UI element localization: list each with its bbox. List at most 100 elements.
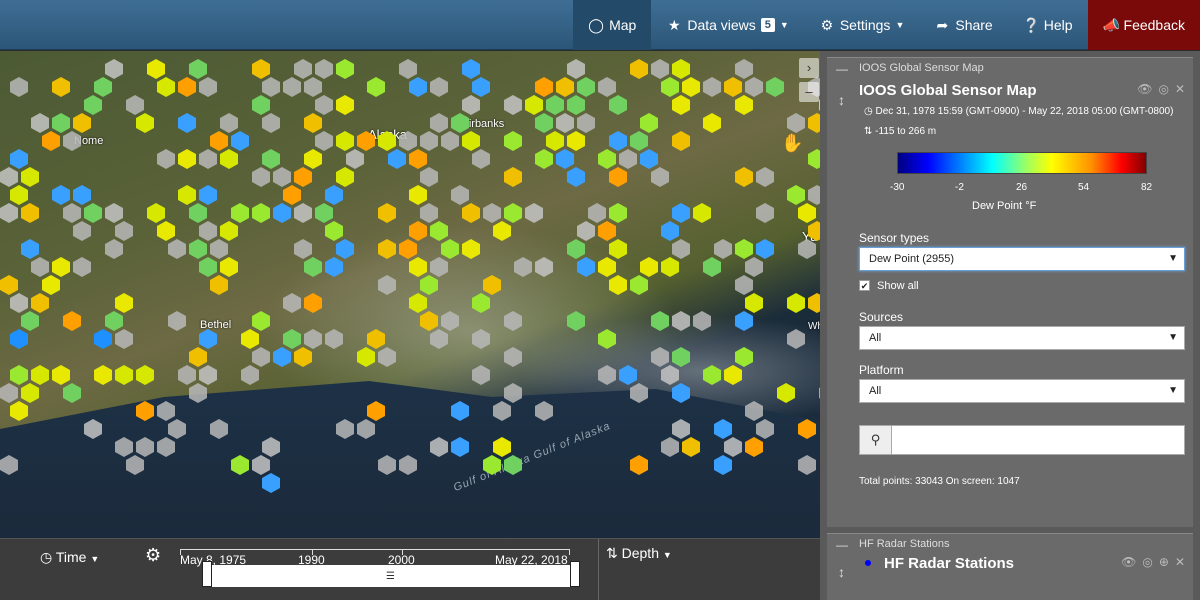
sensor-hexbin[interactable] (640, 257, 658, 277)
sensor-hexbin[interactable] (535, 257, 553, 277)
sensor-hexbin[interactable] (556, 113, 574, 133)
sensor-hexbin[interactable] (94, 329, 112, 349)
sensor-hexbin[interactable] (409, 257, 427, 277)
sensor-hexbin[interactable] (420, 131, 438, 151)
sensor-hexbin[interactable] (31, 113, 49, 133)
sensor-hexbin[interactable] (178, 77, 196, 97)
sensor-hexbin[interactable] (315, 131, 333, 151)
sensor-hexbin[interactable] (504, 347, 522, 367)
sensor-hexbin[interactable] (21, 203, 39, 223)
sensor-hexbin[interactable] (325, 221, 343, 241)
sensor-hexbin[interactable] (10, 185, 28, 205)
sensor-hexbin[interactable] (609, 95, 627, 115)
sensor-hexbin[interactable] (294, 239, 312, 259)
sensor-hexbin[interactable] (693, 311, 711, 331)
sensor-hexbin[interactable] (325, 257, 343, 277)
sensor-hexbin[interactable] (252, 347, 270, 367)
sensor-hexbin[interactable] (10, 329, 28, 349)
sensor-hexbin[interactable] (325, 329, 343, 349)
sensor-hexbin[interactable] (283, 329, 301, 349)
sensor-hexbin[interactable] (252, 311, 270, 331)
sensor-hexbin[interactable] (409, 185, 427, 205)
sensor-hexbin[interactable] (703, 257, 721, 277)
sensor-hexbin[interactable] (10, 293, 28, 313)
sensor-hexbin[interactable] (693, 203, 711, 223)
sensor-hexbin[interactable] (0, 275, 18, 295)
nav-settings[interactable]: ⚙ Settings ▼ (804, 0, 920, 50)
sensor-hexbin[interactable] (73, 185, 91, 205)
sensor-hexbin[interactable] (52, 257, 70, 277)
sensor-hexbin[interactable] (640, 113, 658, 133)
sensor-hexbin[interactable] (462, 59, 480, 79)
sensor-hexbin[interactable] (462, 239, 480, 259)
close-icon[interactable]: ✕ (1175, 555, 1185, 569)
sensor-hexbin[interactable] (336, 239, 354, 259)
sensor-hexbin[interactable] (399, 239, 417, 259)
sensor-hexbin[interactable] (409, 149, 427, 169)
depth-dropdown[interactable]: ⇅ Depth ▼ (606, 545, 672, 562)
sensor-hexbin[interactable] (178, 149, 196, 169)
sensor-hexbin[interactable] (672, 347, 690, 367)
nav-map[interactable]: ◯ Map (573, 0, 652, 50)
sensor-hexbin[interactable] (409, 221, 427, 241)
sensor-hexbin[interactable] (304, 257, 322, 277)
sensor-hexbin[interactable] (262, 77, 280, 97)
sensor-hexbin[interactable] (157, 77, 175, 97)
sensor-hexbin[interactable] (430, 329, 448, 349)
sensor-hexbin[interactable] (567, 131, 585, 151)
sensor-hexbin[interactable] (451, 113, 469, 133)
sensor-hexbin[interactable] (294, 59, 312, 79)
sensor-hexbin[interactable] (210, 239, 228, 259)
sensor-hexbin[interactable] (808, 185, 820, 205)
sensor-hexbin[interactable] (430, 221, 448, 241)
sensor-hexbin[interactable] (336, 167, 354, 187)
sensor-hexbin[interactable] (672, 95, 690, 115)
sensor-hexbin[interactable] (672, 239, 690, 259)
sensor-hexbin[interactable] (535, 113, 553, 133)
sensor-hexbin[interactable] (525, 95, 543, 115)
sensor-hexbin[interactable] (273, 347, 291, 367)
sensor-hexbin[interactable] (630, 59, 648, 79)
sensor-hexbin[interactable] (598, 149, 616, 169)
sensor-hexbin[interactable] (556, 149, 574, 169)
sensor-hexbin[interactable] (798, 203, 816, 223)
sensor-hexbin[interactable] (115, 329, 133, 349)
eye-icon[interactable]: ◎ (1158, 82, 1168, 96)
platform-select[interactable]: All ▼ (859, 379, 1185, 403)
sensor-hexbin[interactable] (724, 77, 742, 97)
time-settings-gear-icon[interactable]: ⚙ (145, 545, 161, 566)
sensor-hexbin[interactable] (199, 221, 217, 241)
sensor-hexbin[interactable] (808, 293, 820, 313)
sensor-hexbin[interactable] (651, 347, 669, 367)
sensor-hexbin[interactable] (367, 77, 385, 97)
sensor-hexbin[interactable] (94, 77, 112, 97)
sensor-hexbin[interactable] (472, 365, 490, 385)
sensor-hexbin[interactable] (609, 203, 627, 223)
sensor-hexbin[interactable] (199, 365, 217, 385)
sensor-hexbin[interactable] (472, 329, 490, 349)
time-dropdown[interactable]: ◷ Time ▼ (40, 549, 99, 566)
sensor-hexbin[interactable] (703, 77, 721, 97)
sensor-hexbin[interactable] (514, 257, 532, 277)
sensor-hexbin[interactable] (714, 239, 732, 259)
search-icon[interactable]: ⚲ (860, 426, 892, 454)
sensor-hexbin[interactable] (336, 131, 354, 151)
sensor-hexbin[interactable] (199, 149, 217, 169)
sensor-hexbin[interactable] (504, 95, 522, 115)
sensor-hexbin[interactable] (294, 167, 312, 187)
sensor-hexbin[interactable] (115, 365, 133, 385)
sensor-hexbin[interactable] (787, 293, 805, 313)
sensor-hexbin[interactable] (220, 149, 238, 169)
nav-feedback[interactable]: 📣 Feedback (1087, 0, 1200, 50)
sensor-hexbin[interactable] (409, 293, 427, 313)
sensor-hexbin[interactable] (147, 203, 165, 223)
sensor-hexbin[interactable] (724, 365, 742, 385)
sensor-hexbin[interactable] (378, 347, 396, 367)
sensor-hexbin[interactable] (10, 401, 28, 421)
sensor-hexbin[interactable] (409, 77, 427, 97)
sensor-hexbin[interactable] (735, 95, 753, 115)
sensor-hexbin[interactable] (483, 275, 501, 295)
sensor-hexbin[interactable] (777, 383, 795, 403)
sensor-hexbin[interactable] (504, 131, 522, 151)
sensor-hexbin[interactable] (535, 149, 553, 169)
